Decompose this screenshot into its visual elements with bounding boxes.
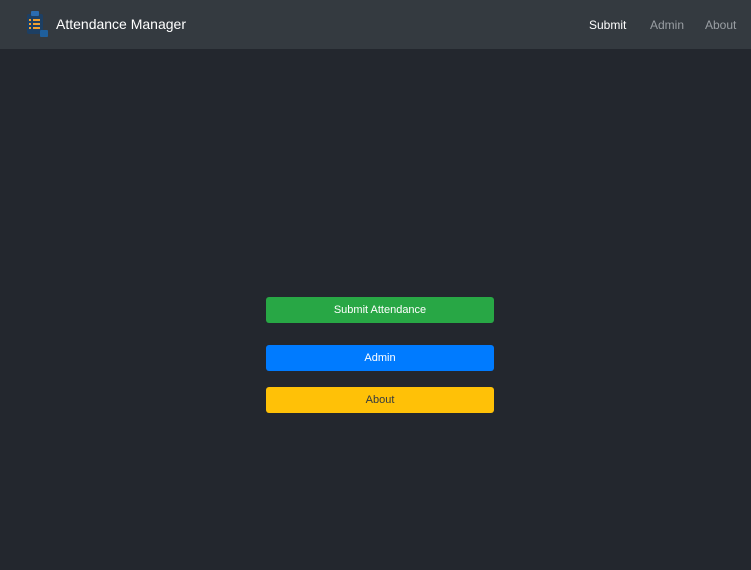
nav-link-about[interactable]: About <box>705 17 736 33</box>
brand-link[interactable]: Attendance Manager <box>25 10 186 38</box>
nav-link-submit[interactable]: Submit <box>589 17 626 33</box>
nav-link-admin[interactable]: Admin <box>650 17 684 33</box>
about-button[interactable]: About <box>266 387 494 413</box>
admin-button[interactable]: Admin <box>266 345 494 371</box>
top-navbar: Attendance Manager Submit Admin About <box>0 0 751 49</box>
app-title: Attendance Manager <box>56 16 186 32</box>
clipboard-list-icon <box>25 10 49 38</box>
submit-attendance-button[interactable]: Submit Attendance <box>266 297 494 323</box>
